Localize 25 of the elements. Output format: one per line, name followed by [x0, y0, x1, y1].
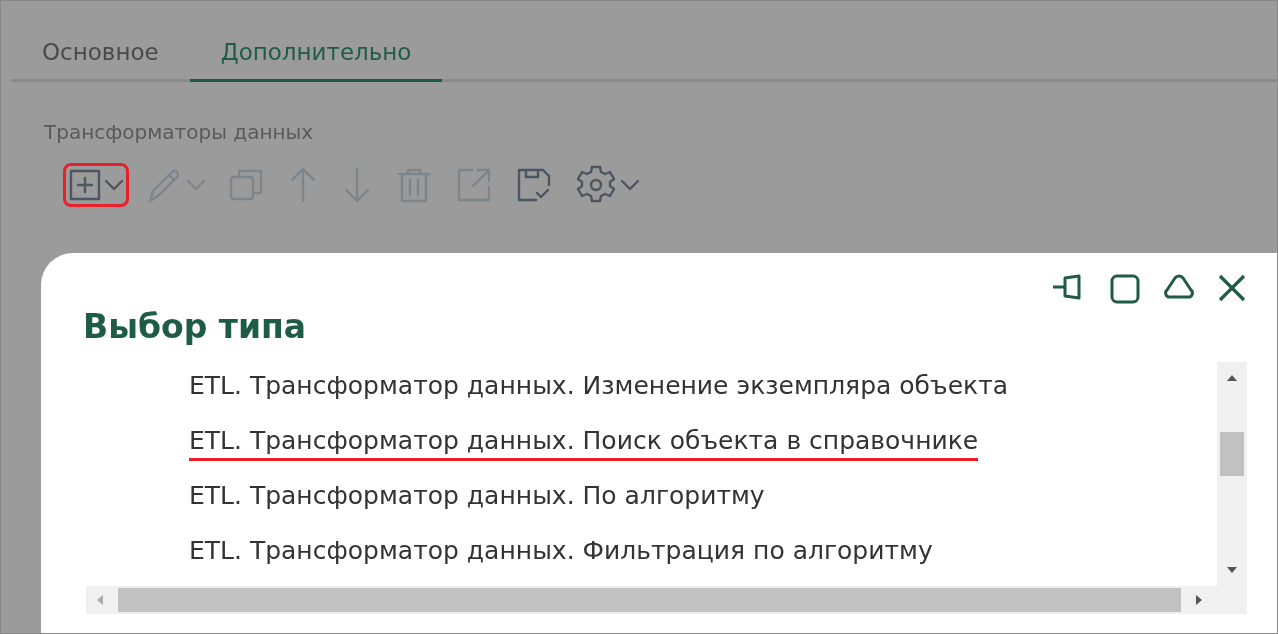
list-item[interactable]: ETL. Трансформатор данных. Фильтрация по алгоритму [189, 536, 933, 571]
scroll-down-icon [1226, 566, 1238, 574]
scrollbar-thumb[interactable] [1220, 432, 1244, 476]
horizontal-scrollbar[interactable] [86, 586, 1247, 614]
caret-icon [620, 179, 640, 191]
maximize-button[interactable] [1109, 273, 1141, 305]
scroll-left-icon [96, 594, 104, 606]
list-item[interactable]: ETL. Трансформатор данных. Поиск объекта в справочнике [189, 426, 979, 461]
scroll-up-icon [1226, 374, 1238, 382]
triangle-icon [1163, 273, 1195, 301]
add-icon [68, 168, 102, 202]
section-label: Трансформаторы данных [44, 120, 315, 144]
dialog-title: Выбор типа [83, 307, 307, 346]
square-icon [1109, 273, 1141, 305]
vertical-scrollbar[interactable] [1217, 362, 1247, 586]
caret-icon [186, 179, 206, 191]
scrollbar-thumb[interactable] [118, 588, 1181, 612]
list-item[interactable]: ETL. Трансформатор данных. Изменение экземпляра объекта [189, 371, 1009, 406]
collapse-button[interactable] [1163, 273, 1195, 301]
toolbar-button[interactable] [63, 163, 129, 207]
list-item[interactable]: ETL. Трансформатор данных. По алгоритму [189, 481, 765, 516]
caret-icon [104, 179, 124, 191]
close-icon [1217, 273, 1247, 303]
scroll-right-icon [1195, 594, 1203, 606]
close-button[interactable] [1217, 273, 1247, 303]
